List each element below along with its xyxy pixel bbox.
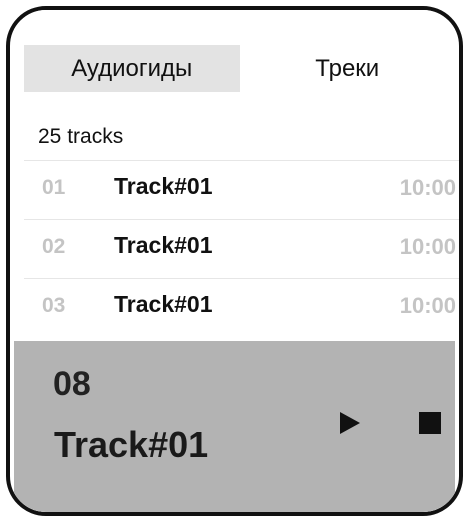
play-icon[interactable] [340, 412, 360, 434]
track-title: Track#01 [114, 291, 213, 317]
track-title: Track#01 [114, 173, 213, 199]
track-duration: 10:00 [399, 293, 456, 318]
track-title: Track#01 [114, 232, 213, 258]
track-number: 02 [42, 235, 66, 258]
track-list: 01 Track#01 10:00 02 Track#01 10:00 03 T… [24, 160, 459, 337]
tab-bar: Аудиогиды Треки [24, 45, 455, 92]
track-row[interactable]: 03 Track#01 10:00 [24, 278, 459, 337]
tab-audioguides[interactable]: Аудиогиды [24, 45, 240, 92]
track-duration: 10:00 [399, 175, 456, 200]
now-playing-title: Track#01 [54, 424, 209, 465]
track-count: 25 tracks [38, 125, 124, 148]
app-screen: Аудиогиды Треки 25 tracks 01 Track#01 10… [14, 10, 459, 512]
tab-tracks[interactable]: Треки [240, 45, 456, 92]
track-row[interactable]: 01 Track#01 10:00 [24, 160, 459, 219]
track-row[interactable]: 02 Track#01 10:00 [24, 219, 459, 278]
phone-frame: Аудиогиды Треки 25 tracks 01 Track#01 10… [6, 6, 463, 516]
track-number: 01 [42, 176, 66, 199]
stop-icon[interactable] [419, 412, 441, 434]
now-playing-number: 08 [53, 365, 91, 403]
now-playing-bar: 08 Track#01 [14, 341, 455, 512]
track-number: 03 [42, 294, 66, 317]
track-duration: 10:00 [399, 234, 456, 259]
